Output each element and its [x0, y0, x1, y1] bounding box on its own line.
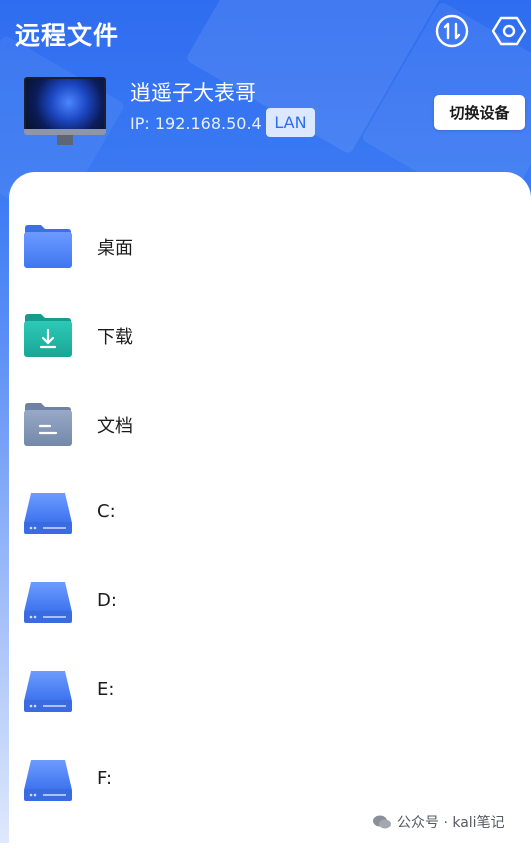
list-item-label: D: — [97, 590, 117, 611]
file-list: 桌面 下载 文档 C: D: E: F: — [9, 172, 531, 852]
device-name: 逍遥子大表哥 — [130, 81, 256, 105]
list-item-label: 桌面 — [97, 238, 133, 259]
device-ip: IP: 192.168.50.4 — [130, 114, 262, 133]
list-item-label: F: — [97, 768, 113, 789]
drive-icon — [23, 578, 73, 626]
connection-badge: LAN — [266, 108, 315, 137]
list-item-documents[interactable]: 文档 — [9, 380, 531, 469]
list-item-desktop[interactable]: 桌面 — [9, 202, 531, 291]
device-monitor-icon — [24, 77, 106, 147]
drive-icon — [23, 489, 73, 537]
list-item-drive-c[interactable]: C: — [9, 469, 531, 558]
wechat-icon — [373, 815, 391, 829]
list-item-label: 文档 — [97, 416, 133, 437]
download-folder-icon — [23, 311, 73, 359]
switch-device-button[interactable]: 切换设备 — [434, 95, 525, 130]
drive-icon — [23, 667, 73, 715]
list-item-drive-d[interactable]: D: — [9, 558, 531, 647]
watermark-text: 公众号 · kali笔记 — [397, 815, 505, 831]
list-item-label: C: — [97, 501, 116, 522]
list-item-label: E: — [97, 679, 115, 700]
list-item-download[interactable]: 下载 — [9, 291, 531, 380]
list-item-drive-e[interactable]: E: — [9, 647, 531, 736]
list-item-label: 下载 — [97, 327, 133, 348]
page-title: 远程文件 — [15, 21, 120, 50]
documents-folder-icon — [23, 400, 73, 448]
settings-hex-icon[interactable] — [492, 14, 526, 48]
drive-icon — [23, 756, 73, 804]
transfer-icon[interactable] — [435, 14, 469, 48]
watermark: 公众号 · kali笔记 — [372, 812, 505, 832]
desktop-folder-icon — [23, 222, 73, 270]
